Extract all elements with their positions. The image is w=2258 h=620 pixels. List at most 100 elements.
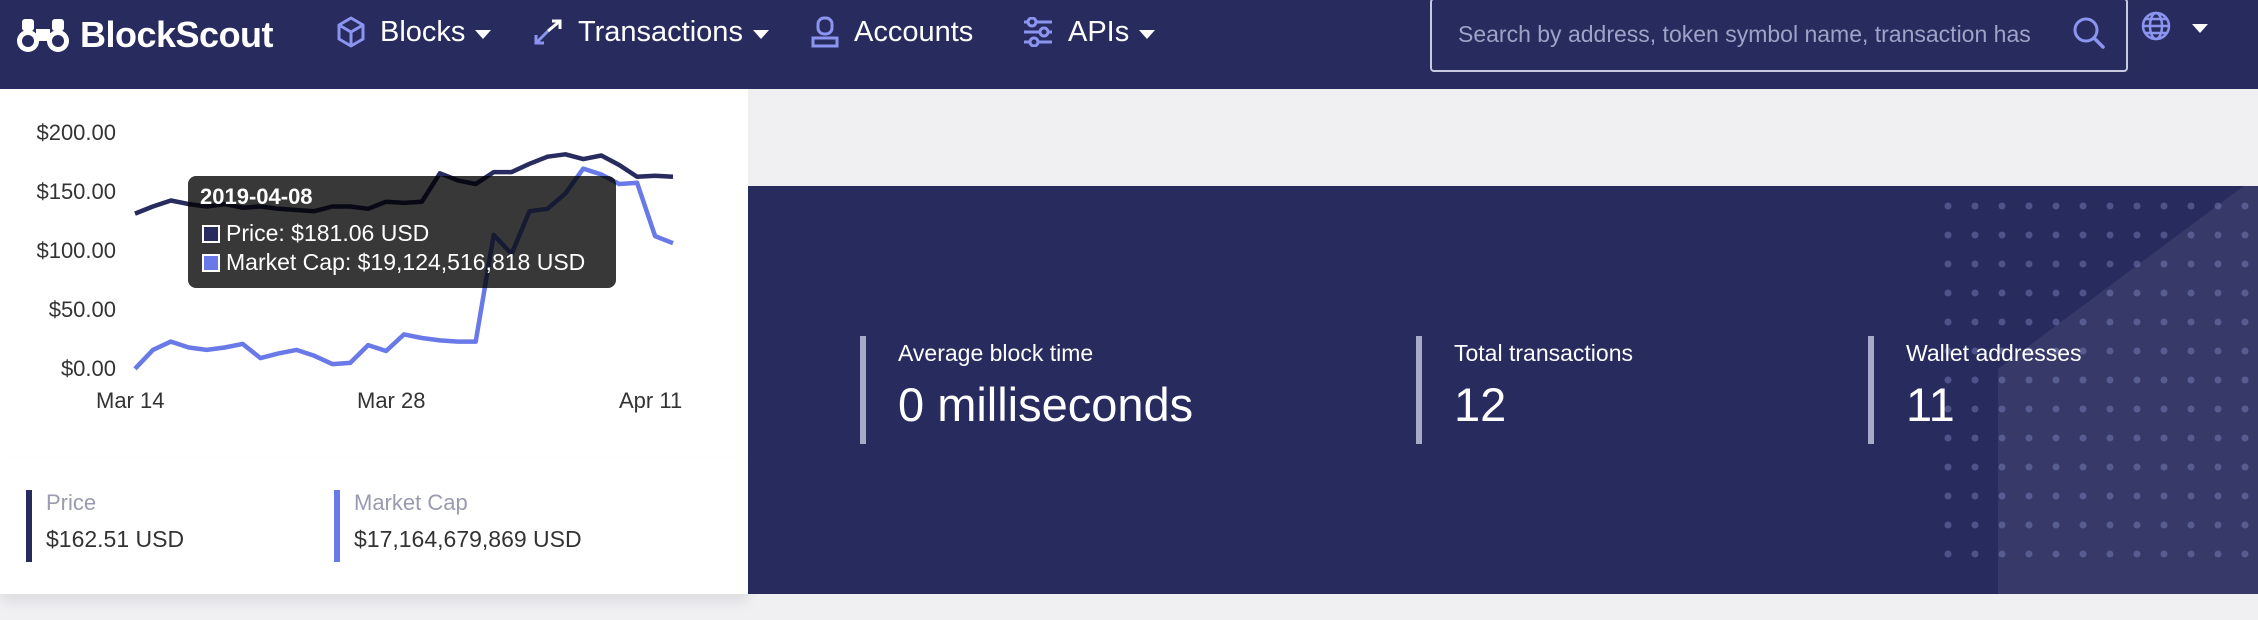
decorative-dot: [2106, 376, 2114, 384]
language-selector[interactable]: [2140, 10, 2208, 42]
decorative-dot: [2133, 318, 2141, 326]
decorative-dot: [2214, 376, 2222, 384]
decorative-dot: [2079, 434, 2087, 442]
user-icon: [810, 16, 840, 48]
search-icon[interactable]: [2072, 16, 2106, 55]
decorative-dot: [2079, 521, 2087, 529]
stat-label: Wallet addresses: [1906, 340, 2082, 366]
decorative-dot: [2025, 289, 2033, 297]
decorative-dot: [2241, 202, 2249, 210]
decorative-dot: [2214, 231, 2222, 239]
decorative-dot: [2079, 231, 2087, 239]
decorative-dot: [1971, 202, 1979, 210]
decorative-dot: [2160, 434, 2168, 442]
nav-blocks[interactable]: Blocks: [336, 8, 492, 56]
decorative-dot: [1944, 521, 1952, 529]
globe-icon: [2141, 11, 2171, 41]
stat-wallet-addresses: Wallet addresses 11: [1868, 336, 2082, 444]
decorative-dot: [2133, 347, 2141, 355]
decorative-dot: [2241, 231, 2249, 239]
decorative-dot: [2106, 550, 2114, 558]
price-stat: Price $162.51 USD: [26, 490, 184, 562]
stat-value: 0 milliseconds: [898, 378, 1194, 431]
decorative-dot: [2025, 521, 2033, 529]
stat-total-transactions: Total transactions 12: [1416, 336, 1633, 444]
decorative-dot: [2214, 492, 2222, 500]
decorative-dot: [2160, 463, 2168, 471]
decorative-dot: [2133, 434, 2141, 442]
decorative-dot: [2187, 463, 2195, 471]
decorative-dot: [1944, 463, 1952, 471]
decorative-dot: [2106, 231, 2114, 239]
decorative-dot: [2106, 521, 2114, 529]
decorative-dot: [2187, 260, 2195, 268]
decorative-dot: [1944, 318, 1952, 326]
decorative-dot: [2133, 289, 2141, 297]
tooltip-price-row: Price: $181.06 USD: [202, 220, 429, 247]
chevron-down-icon: [752, 29, 769, 39]
decorative-dot: [2133, 405, 2141, 413]
decorative-dot: [2052, 492, 2060, 500]
decorative-dot: [2241, 318, 2249, 326]
nav-transactions[interactable]: Transactions: [532, 8, 769, 56]
decorative-dot: [2025, 260, 2033, 268]
decorative-dot: [2133, 260, 2141, 268]
decorative-dot: [2160, 231, 2168, 239]
decorative-dot: [2025, 492, 2033, 500]
decorative-dot: [2106, 405, 2114, 413]
decorative-dot: [2025, 463, 2033, 471]
decorative-dot: [1944, 260, 1952, 268]
decorative-dot: [1944, 202, 1952, 210]
decorative-dot: [2079, 202, 2087, 210]
decorative-dot: [2133, 550, 2141, 558]
decorative-dot: [2052, 202, 2060, 210]
chevron-down-icon: [1139, 29, 1156, 39]
decorative-dot: [2106, 492, 2114, 500]
decorative-dot: [1944, 434, 1952, 442]
decorative-dot: [2079, 550, 2087, 558]
nav-blocks-label: Blocks: [380, 15, 466, 48]
decorative-dot: [2187, 202, 2195, 210]
decorative-dot: [2214, 521, 2222, 529]
chevron-down-icon: [2192, 23, 2208, 33]
decorative-dot: [1944, 231, 1952, 239]
decorative-dot: [2214, 260, 2222, 268]
nav-accounts[interactable]: Accounts: [810, 8, 973, 56]
decorative-dot: [2160, 550, 2168, 558]
stat-value: 12: [1454, 378, 1507, 431]
decorative-dot: [2241, 376, 2249, 384]
decorative-dot: [1971, 289, 1979, 297]
search-input[interactable]: [1456, 12, 2050, 56]
decorative-dot: [2160, 260, 2168, 268]
decorative-dot: [2241, 405, 2249, 413]
decorative-dot: [2241, 347, 2249, 355]
sliders-icon: [1022, 17, 1054, 47]
decorative-dot: [2052, 260, 2060, 268]
decorative-dot: [2160, 376, 2168, 384]
decorative-dot: [1998, 550, 2006, 558]
decorative-dot: [1998, 318, 2006, 326]
cube-icon: [336, 16, 366, 48]
decorative-dot: [2025, 318, 2033, 326]
decorative-dot: [2160, 318, 2168, 326]
decorative-dot: [2214, 347, 2222, 355]
marketcap-stat-bar: [334, 490, 340, 562]
decorative-dot: [2079, 260, 2087, 268]
decorative-dot: [1998, 260, 2006, 268]
decorative-dot: [1998, 434, 2006, 442]
brand-logo[interactable]: BlockScout: [16, 8, 274, 62]
marketcap-stat-label: Market Cap: [354, 490, 468, 515]
price-stat-label: Price: [46, 490, 97, 515]
stat-average-block-time: Average block time 0 milliseconds: [860, 336, 1194, 444]
decorative-dot: [2133, 492, 2141, 500]
decorative-dot: [2133, 376, 2141, 384]
decorative-dot: [1971, 260, 1979, 268]
decorative-dot: [1998, 492, 2006, 500]
decorative-dot: [2079, 318, 2087, 326]
decorative-dot: [2187, 521, 2195, 529]
decorative-dot: [1971, 521, 1979, 529]
navbar: BlockScout Blocks Transactions Accounts …: [0, 0, 2258, 89]
decorative-dot: [2214, 289, 2222, 297]
decorative-dot: [2106, 260, 2114, 268]
nav-apis[interactable]: APIs: [1022, 8, 1156, 56]
